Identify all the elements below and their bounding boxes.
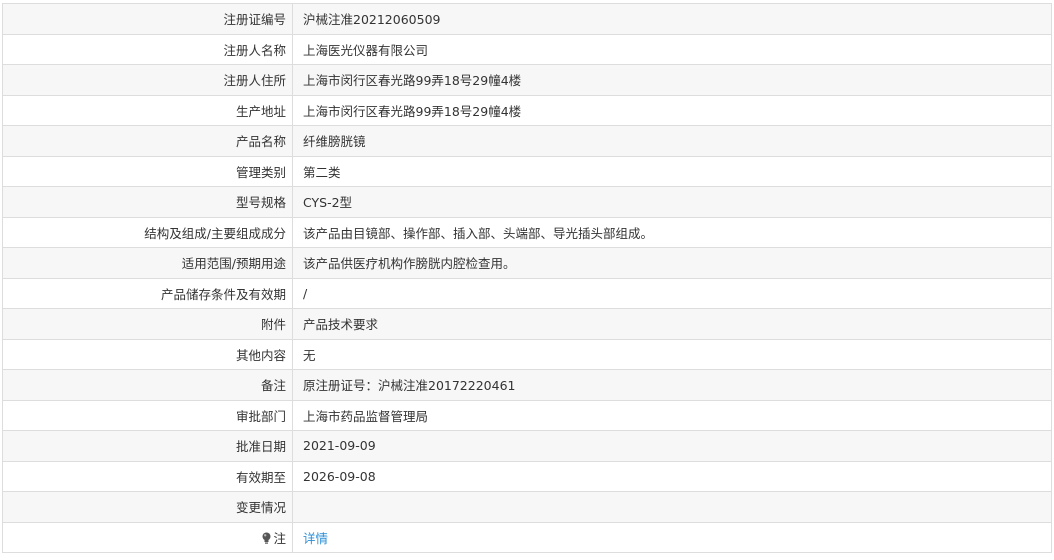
row-label: 生产地址 xyxy=(2,94,293,126)
table-row: 注册证编号 沪械注准20212060509 xyxy=(2,3,1052,35)
table-row: 备注 原注册证号：沪械注准20172220461 xyxy=(2,369,1052,401)
row-value: / xyxy=(292,277,1052,309)
row-label: 有效期至 xyxy=(2,460,293,492)
row-value: 沪械注准20212060509 xyxy=(292,3,1052,35)
row-value: 原注册证号：沪械注准20172220461 xyxy=(292,369,1052,401)
row-label: 结构及组成/主要组成成分 xyxy=(2,216,293,248)
row-label: 产品名称 xyxy=(2,125,293,157)
row-label: 批准日期 xyxy=(2,430,293,462)
row-label: 适用范围/预期用途 xyxy=(2,247,293,279)
row-value: 该产品供医疗机构作膀胱内腔检查用。 xyxy=(292,247,1052,279)
table-row: 注册人住所 上海市闵行区春光路99弄18号29幢4楼 xyxy=(2,64,1052,96)
row-value xyxy=(292,491,1052,523)
row-value: 上海市药品监督管理局 xyxy=(292,399,1052,431)
registration-info-table: 注册证编号 沪械注准20212060509 注册人名称 上海医光仪器有限公司 注… xyxy=(2,3,1052,553)
lightbulb-icon xyxy=(262,532,271,544)
row-value: 产品技术要求 xyxy=(292,308,1052,340)
note-row: 注 详情 xyxy=(2,521,1052,553)
note-label: 注 xyxy=(273,530,286,546)
row-label: 注册证编号 xyxy=(2,3,293,35)
row-value: 上海市闵行区春光路99弄18号29幢4楼 xyxy=(292,94,1052,126)
note-label-cell: 注 xyxy=(2,521,293,553)
row-label: 产品储存条件及有效期 xyxy=(2,277,293,309)
table-row: 其他内容 无 xyxy=(2,338,1052,370)
row-value: 该产品由目镜部、操作部、插入部、头端部、导光插头部组成。 xyxy=(292,216,1052,248)
note-value-cell: 详情 xyxy=(292,521,1052,553)
table-row: 审批部门 上海市药品监督管理局 xyxy=(2,399,1052,431)
details-link[interactable]: 详情 xyxy=(303,531,328,546)
row-label: 变更情况 xyxy=(2,491,293,523)
table-row: 产品储存条件及有效期 / xyxy=(2,277,1052,309)
row-value: CYS-2型 xyxy=(292,186,1052,218)
row-label: 管理类别 xyxy=(2,155,293,187)
row-value: 无 xyxy=(292,338,1052,370)
row-label: 备注 xyxy=(2,369,293,401)
row-label: 注册人住所 xyxy=(2,64,293,96)
row-label: 型号规格 xyxy=(2,186,293,218)
table-row: 附件 产品技术要求 xyxy=(2,308,1052,340)
table-row: 有效期至 2026-09-08 xyxy=(2,460,1052,492)
table-row: 管理类别 第二类 xyxy=(2,155,1052,187)
row-label: 审批部门 xyxy=(2,399,293,431)
row-value: 纤维膀胱镜 xyxy=(292,125,1052,157)
table-row: 适用范围/预期用途 该产品供医疗机构作膀胱内腔检查用。 xyxy=(2,247,1052,279)
row-label: 其他内容 xyxy=(2,338,293,370)
row-value: 2021-09-09 xyxy=(292,430,1052,462)
table-row: 结构及组成/主要组成成分 该产品由目镜部、操作部、插入部、头端部、导光插头部组成… xyxy=(2,216,1052,248)
row-label: 注册人名称 xyxy=(2,33,293,65)
row-value: 第二类 xyxy=(292,155,1052,187)
row-label: 附件 xyxy=(2,308,293,340)
table-row: 生产地址 上海市闵行区春光路99弄18号29幢4楼 xyxy=(2,94,1052,126)
table-row: 型号规格 CYS-2型 xyxy=(2,186,1052,218)
table-row: 变更情况 xyxy=(2,491,1052,523)
table-row: 注册人名称 上海医光仪器有限公司 xyxy=(2,33,1052,65)
table-row: 产品名称 纤维膀胱镜 xyxy=(2,125,1052,157)
row-value: 上海市闵行区春光路99弄18号29幢4楼 xyxy=(292,64,1052,96)
table-row: 批准日期 2021-09-09 xyxy=(2,430,1052,462)
row-value: 2026-09-08 xyxy=(292,460,1052,492)
row-value: 上海医光仪器有限公司 xyxy=(292,33,1052,65)
